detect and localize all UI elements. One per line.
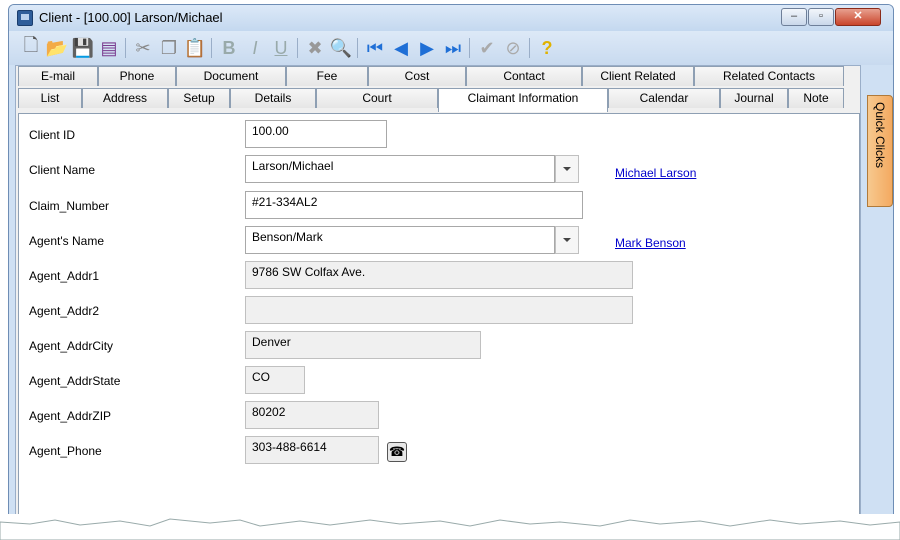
- app-icon: [17, 10, 33, 26]
- help-icon[interactable]: ?: [535, 36, 559, 60]
- tab-address[interactable]: Address: [82, 88, 168, 108]
- tab-fee[interactable]: Fee: [286, 66, 368, 86]
- next-record-icon[interactable]: ▶: [415, 36, 439, 60]
- italic-icon[interactable]: I: [243, 36, 267, 60]
- agent-addr1-field: 9786 SW Colfax Ave.: [245, 261, 633, 289]
- client-name-dropdown-arrow[interactable]: [555, 155, 579, 183]
- agent-addrcity-label: Agent_AddrCity: [29, 339, 114, 353]
- tab-document[interactable]: Document: [176, 66, 286, 86]
- agent-addrstate-label: Agent_AddrState: [29, 374, 121, 388]
- cancel-icon[interactable]: ⊘: [501, 36, 525, 60]
- agent-addrstate-field: CO: [245, 366, 305, 394]
- claim-number-label: Claim_Number: [29, 199, 110, 213]
- claimant-information-panel: Client ID 100.00 Client Name Larson/Mich…: [18, 113, 860, 537]
- client-name-combobox[interactable]: Larson/Michael: [245, 155, 555, 183]
- agent-addr2-label: Agent_Addr2: [29, 304, 100, 318]
- close-button[interactable]: ✕: [835, 8, 881, 26]
- first-record-icon[interactable]: ⏮: [363, 36, 387, 60]
- find-icon[interactable]: 🔍: [329, 36, 353, 60]
- agent-name-combobox[interactable]: Benson/Mark: [245, 226, 555, 254]
- tab-setup[interactable]: Setup: [168, 88, 230, 108]
- toolbar-separator: [357, 38, 358, 58]
- client-id-label: Client ID: [29, 128, 76, 142]
- client-name-label: Client Name: [29, 163, 96, 177]
- telephone-icon[interactable]: ☎: [387, 442, 407, 462]
- title-bar: Client - [100.00] Larson/Michael – ▫ ✕: [9, 5, 893, 31]
- window-title: Client - [100.00] Larson/Michael: [39, 10, 223, 25]
- tab-court[interactable]: Court: [316, 88, 438, 108]
- agent-phone-field: 303-488-6614: [245, 436, 379, 464]
- client-window: Client - [100.00] Larson/Michael – ▫ ✕ 🗋…: [8, 4, 894, 538]
- quick-clicks-label: Quick Clicks: [873, 102, 887, 169]
- torn-edge-shape: [0, 518, 900, 540]
- new-icon[interactable]: 🗋: [19, 35, 43, 60]
- paste-icon[interactable]: 📋: [183, 36, 207, 60]
- agent-addr1-label: Agent_Addr1: [29, 269, 100, 283]
- toolbar-separator: [529, 38, 530, 58]
- tab-related-contacts[interactable]: Related Contacts: [694, 66, 844, 86]
- copy-icon[interactable]: ❐: [157, 36, 181, 60]
- maximize-button[interactable]: ▫: [808, 8, 834, 26]
- minimize-button[interactable]: –: [781, 8, 807, 26]
- toolbar-separator: [469, 38, 470, 58]
- tab-journal[interactable]: Journal: [720, 88, 788, 108]
- claim-number-field[interactable]: #21-334AL2: [245, 191, 583, 219]
- underline-icon[interactable]: U: [269, 36, 293, 60]
- toolbar-separator: [211, 38, 212, 58]
- delete-icon[interactable]: ✖: [303, 36, 327, 60]
- agent-name-dropdown-arrow[interactable]: [555, 226, 579, 254]
- toolbar-separator: [125, 38, 126, 58]
- tab-strip: E-mail Phone Document Fee Cost Contact C…: [18, 66, 860, 114]
- tab-list[interactable]: List: [18, 88, 82, 108]
- tab-phone[interactable]: Phone: [98, 66, 176, 86]
- tab-note[interactable]: Note: [788, 88, 844, 108]
- check-icon[interactable]: ✔: [475, 36, 499, 60]
- agent-addrzip-label: Agent_AddrZIP: [29, 409, 112, 423]
- agent-name-label: Agent's Name: [29, 234, 104, 248]
- agent-phone-label: Agent_Phone: [29, 444, 102, 458]
- tab-calendar[interactable]: Calendar: [608, 88, 720, 108]
- tab-claimant-information[interactable]: Claimant Information: [438, 88, 608, 112]
- client-id-field[interactable]: 100.00: [245, 120, 387, 148]
- torn-edge: [0, 514, 900, 540]
- agent-name-link[interactable]: Mark Benson: [615, 236, 686, 250]
- client-name-link[interactable]: Michael Larson: [615, 166, 696, 180]
- agent-addrzip-field: 80202: [245, 401, 379, 429]
- tab-email[interactable]: E-mail: [18, 66, 98, 86]
- tab-contact[interactable]: Contact: [466, 66, 582, 86]
- toolbar: 🗋 📂 💾 ▤ ✂ ❐ 📋 B I U ✖ 🔍 ⏮ ◀ ▶ ⏭ ✔ ⊘ ?: [9, 31, 893, 65]
- client-area: E-mail Phone Document Fee Cost Contact C…: [15, 65, 861, 537]
- bold-icon[interactable]: B: [217, 36, 241, 60]
- toolbar-separator: [297, 38, 298, 58]
- save-close-icon[interactable]: ▤: [97, 36, 121, 60]
- tab-details[interactable]: Details: [230, 88, 316, 108]
- last-record-icon[interactable]: ⏭: [441, 36, 465, 60]
- previous-record-icon[interactable]: ◀: [389, 36, 413, 60]
- cut-icon[interactable]: ✂: [131, 36, 155, 60]
- agent-addrcity-field: Denver: [245, 331, 481, 359]
- tab-client-related[interactable]: Client Related: [582, 66, 694, 86]
- quick-clicks-tab[interactable]: Quick Clicks: [867, 95, 893, 207]
- open-icon[interactable]: 📂: [45, 36, 69, 60]
- save-icon[interactable]: 💾: [71, 36, 95, 60]
- agent-addr2-field: [245, 296, 633, 324]
- tab-cost[interactable]: Cost: [368, 66, 466, 86]
